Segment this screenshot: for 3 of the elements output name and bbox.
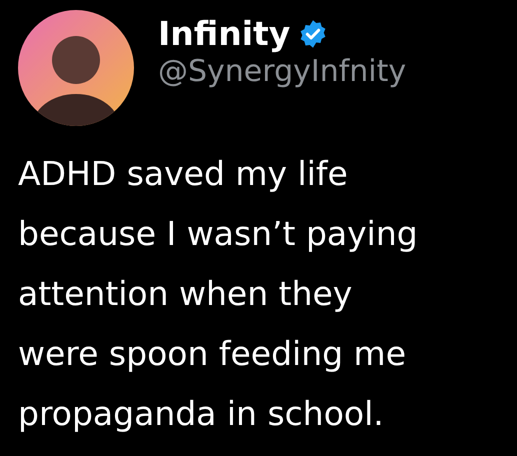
tweet-text: ADHD saved my life because I wasn’t paying attention when they were spoon feeding me propaganda in school. [18, 153, 419, 435]
author-name: Infinity [158, 14, 290, 54]
author-handle: @SynergyInfnity [158, 54, 406, 90]
